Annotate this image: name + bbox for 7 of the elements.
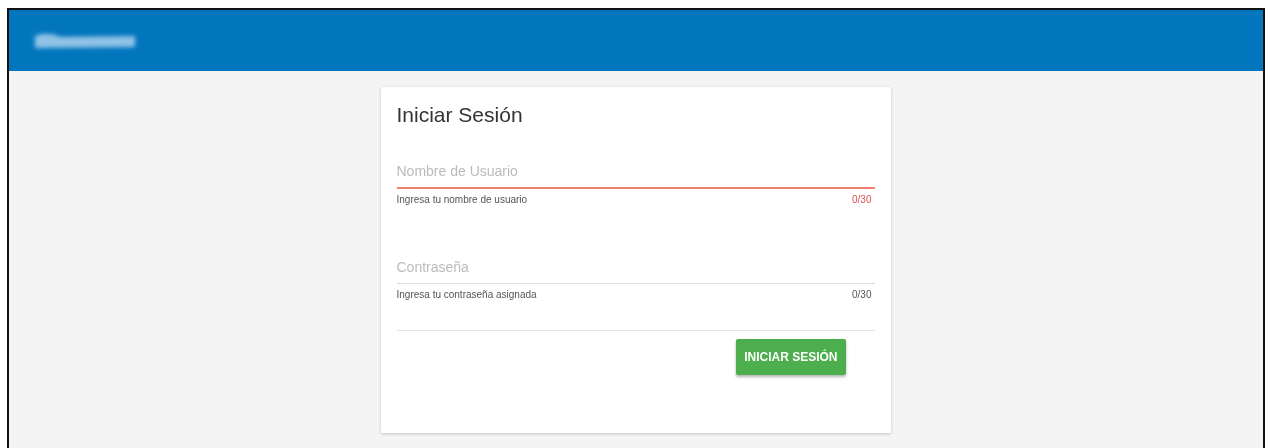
login-button[interactable]: INICIAR SESIÓN	[736, 339, 846, 375]
character-counter: 0/30	[852, 194, 872, 205]
hint-text: Ingresa tu contraseña asignada	[396, 289, 537, 300]
hint-text: Ingresa tu nombre de usuario	[396, 194, 528, 205]
character-counter: 0/30	[852, 289, 872, 300]
card-title: Iniciar Sesión	[396, 103, 524, 127]
input-field[interactable]: Nombre de Usuario	[396, 159, 875, 189]
